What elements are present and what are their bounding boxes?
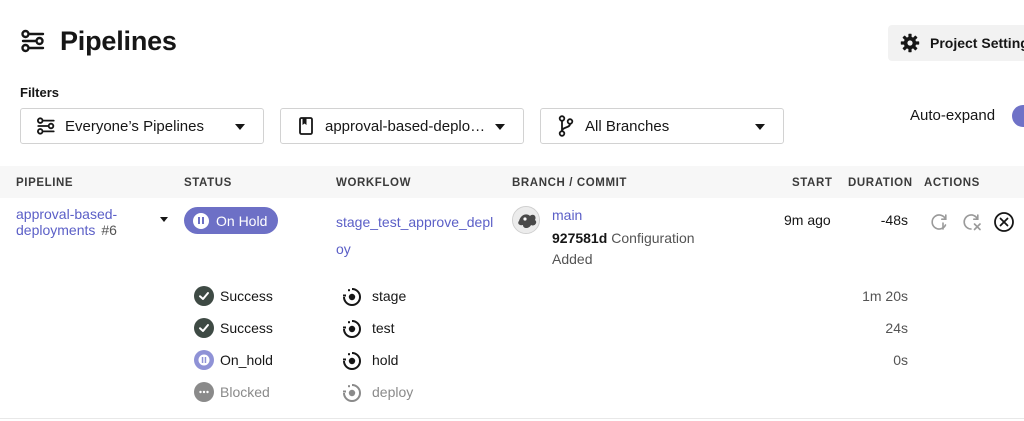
workflow-link[interactable]: stage_test_approve_deploy <box>336 209 496 263</box>
job-status: On_hold <box>220 352 273 368</box>
page-title: Pipelines <box>60 26 177 56</box>
job-row[interactable]: Success test 24s <box>0 312 1024 344</box>
job-icon <box>342 287 362 307</box>
auto-expand-label: Auto-expand <box>910 107 996 124</box>
job-name[interactable]: stage <box>372 288 406 304</box>
chevron-down-icon <box>495 124 505 130</box>
branch-link[interactable]: main <box>552 207 582 223</box>
success-check-icon <box>194 318 214 338</box>
project-settings-button[interactable]: Project Settings <box>888 25 1024 61</box>
job-icon <box>342 319 362 339</box>
status-badge[interactable]: On Hold <box>184 207 278 234</box>
project-settings-label: Project Settings <box>930 35 1024 51</box>
column-header-workflow: WORKFLOW <box>336 177 412 189</box>
job-duration: 24s <box>885 320 908 336</box>
cancel-icon[interactable] <box>993 211 1015 233</box>
rerun-failed-icon[interactable] <box>961 211 983 233</box>
column-header-branch-commit: BRANCH / COMMIT <box>512 177 628 189</box>
job-status: Success <box>220 320 273 336</box>
pipeline-number: #6 <box>101 222 117 238</box>
job-name[interactable]: test <box>372 320 395 336</box>
blocked-icon <box>194 382 214 402</box>
pipelines-icon <box>35 115 57 137</box>
pause-icon <box>194 350 214 370</box>
rerun-icon[interactable] <box>929 211 951 233</box>
gear-icon <box>900 33 920 53</box>
branch-filter-value: All Branches <box>585 117 670 135</box>
row-divider <box>0 418 1024 419</box>
commit-info: 927581d Configuration Added <box>552 228 712 270</box>
column-header-duration: DURATION <box>848 177 913 189</box>
pipeline-duration: -48s <box>880 212 908 228</box>
auto-expand-toggle[interactable] <box>1012 105 1024 127</box>
column-header-pipeline: PIPELINE <box>16 177 74 189</box>
pipeline-start: 9m ago <box>784 212 831 228</box>
page-header: Pipelines Project Settings <box>0 0 1024 80</box>
job-duration: 0s <box>893 352 908 368</box>
column-header-actions: ACTIONS <box>924 177 980 189</box>
pipeline-name-link[interactable]: approval-based-deployments #6 <box>16 206 136 238</box>
success-check-icon <box>194 286 214 306</box>
job-row[interactable]: Success stage 1m 20s <box>0 280 1024 312</box>
job-status: Blocked <box>220 384 270 400</box>
branch-icon <box>555 115 577 137</box>
commit-sha[interactable]: 927581d <box>552 230 607 246</box>
pipelines-filter-value: Everyone’s Pipelines <box>65 117 204 135</box>
pipelines-icon <box>20 28 46 54</box>
job-name[interactable]: hold <box>372 352 398 368</box>
column-header-start: START <box>792 177 833 189</box>
project-filter-select[interactable]: approval-based-deplo… <box>280 108 524 144</box>
table-header: PIPELINE STATUS WORKFLOW BRANCH / COMMIT… <box>0 166 1024 198</box>
column-header-status: STATUS <box>184 177 232 189</box>
status-badge-label: On Hold <box>216 212 268 229</box>
job-name[interactable]: deploy <box>372 384 413 400</box>
job-icon <box>342 383 362 403</box>
job-duration: 1m 20s <box>862 288 908 304</box>
chevron-down-icon <box>235 124 245 130</box>
branch-filter-select[interactable]: All Branches <box>540 108 784 144</box>
chevron-down-icon <box>755 124 765 130</box>
job-row[interactable]: On_hold hold 0s <box>0 344 1024 376</box>
job-icon <box>342 351 362 371</box>
job-status: Success <box>220 288 273 304</box>
job-row[interactable]: Blocked deploy <box>0 376 1024 408</box>
pause-icon <box>193 212 209 229</box>
chevron-down-icon[interactable] <box>160 217 168 222</box>
filters-label: Filters <box>20 85 60 100</box>
project-filter-value: approval-based-deplo… <box>325 117 486 135</box>
avatar <box>512 206 540 234</box>
pipelines-filter-select[interactable]: Everyone’s Pipelines <box>20 108 264 144</box>
bookmark-icon <box>295 115 317 137</box>
